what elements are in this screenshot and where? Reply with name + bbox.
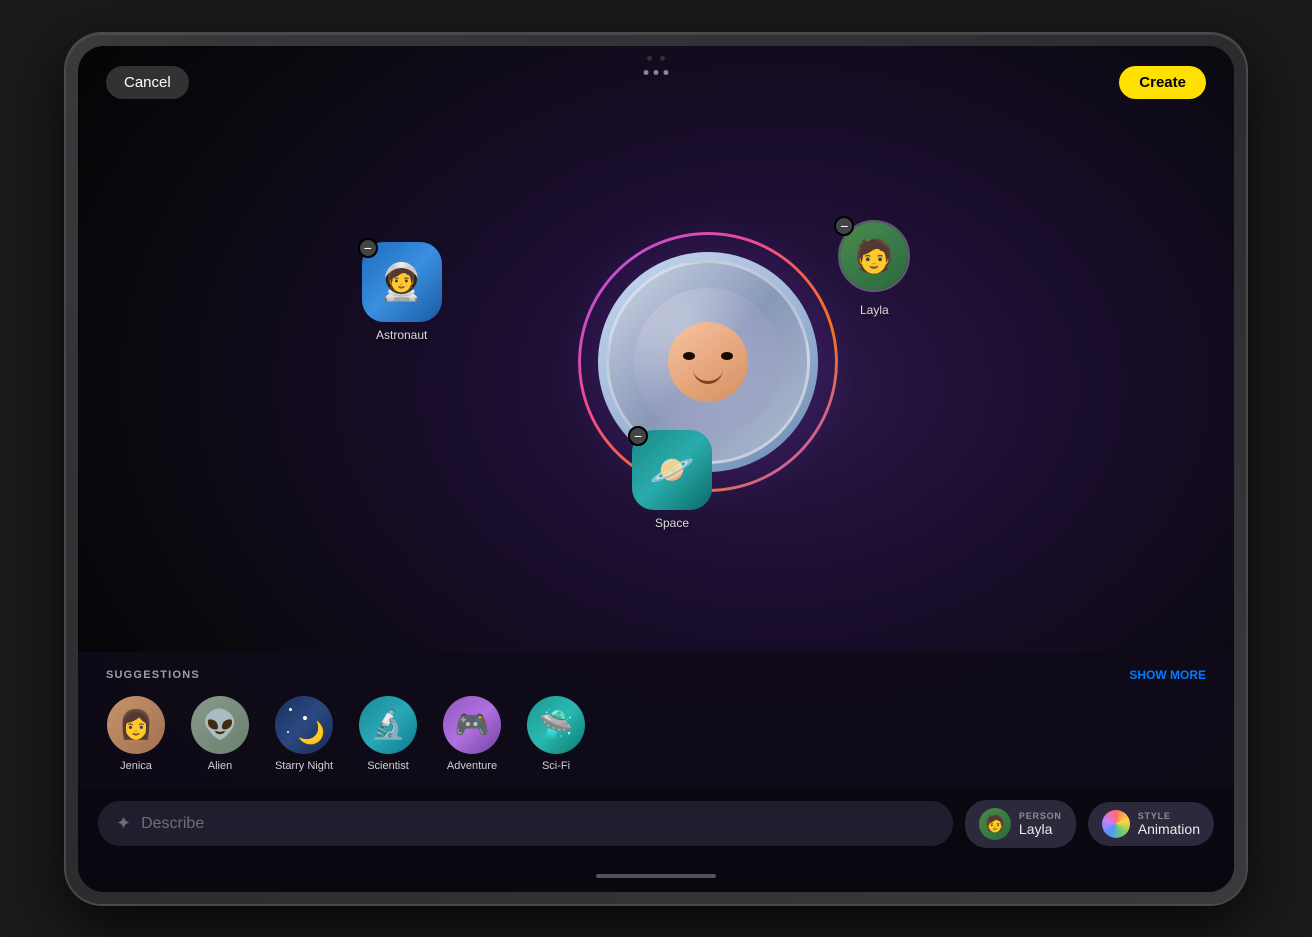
show-more-button[interactable]: SHOW MORE: [1129, 668, 1206, 682]
sparkle-icon: ✦: [116, 813, 131, 834]
home-indicator-container: [78, 868, 1234, 892]
eye-right: [721, 352, 733, 360]
person-chip-info: PERSON Layla: [1019, 811, 1062, 837]
tablet-device: Cancel Create: [66, 34, 1246, 904]
suggestion-item-sci-fi[interactable]: 🛸 Sci-Fi: [526, 696, 586, 772]
floating-space-element[interactable]: − 🪐 Space: [632, 430, 712, 530]
suggestion-label-starry-night: Starry Night: [275, 760, 333, 772]
style-chip-category: STYLE: [1138, 811, 1200, 821]
planet-emoji: 🪐: [650, 449, 695, 491]
suggestion-item-jenica[interactable]: 👩 Jenica: [106, 696, 166, 772]
face-smile: [693, 369, 723, 384]
starry-night-visual: 🌙: [275, 696, 333, 754]
suggestion-label-sci-fi: Sci-Fi: [542, 760, 570, 772]
suggestion-icon-adventure: 🎮: [443, 696, 501, 754]
style-chip-info: STYLE Animation: [1138, 811, 1200, 837]
face-inside: [668, 322, 748, 402]
person-chip-value: Layla: [1019, 821, 1062, 837]
minus-badge-astronaut[interactable]: −: [358, 238, 378, 258]
describe-placeholder: Describe: [141, 815, 204, 833]
dot-2: [654, 70, 659, 75]
main-screen: Cancel Create: [78, 46, 1234, 892]
suggestions-header: SUGGESTIONS SHOW MORE: [106, 668, 1206, 682]
tablet-screen: Cancel Create: [78, 46, 1234, 892]
person-chip-category: PERSON: [1019, 811, 1062, 821]
suggestion-label-jenica: Jenica: [120, 760, 152, 772]
bottom-bar: ✦ Describe 🧑 PERSON Layla STYLE: [78, 788, 1234, 868]
dot-3: [664, 70, 669, 75]
suggestion-item-scientist[interactable]: 🔬 Scientist: [358, 696, 418, 772]
suggestion-label-scientist: Scientist: [367, 760, 409, 772]
astronaut-label: Astronaut: [362, 328, 442, 342]
space-label: Space: [632, 516, 712, 530]
minus-badge-space[interactable]: −: [628, 426, 648, 446]
floating-astronaut-element[interactable]: − 🧑‍🚀 Astronaut: [362, 242, 442, 342]
star-3: [287, 731, 289, 733]
suggestion-icon-sci-fi: 🛸: [527, 696, 585, 754]
suggestion-item-adventure[interactable]: 🎮 Adventure: [442, 696, 502, 772]
suggestion-item-starry-night[interactable]: 🌙 Starry Night: [274, 696, 334, 772]
suggestion-label-adventure: Adventure: [447, 760, 497, 772]
suggestion-icon-alien: 👽: [191, 696, 249, 754]
person-chip-avatar: 🧑: [979, 808, 1011, 840]
style-chip-orb: [1102, 810, 1130, 838]
dots-menu[interactable]: [644, 70, 669, 75]
describe-input-container[interactable]: ✦ Describe: [98, 801, 953, 846]
create-button[interactable]: Create: [1119, 66, 1206, 99]
layla-label: Layla: [838, 303, 910, 317]
style-chip-value: Animation: [1138, 821, 1200, 837]
dot-1: [644, 70, 649, 75]
cancel-button[interactable]: Cancel: [106, 66, 189, 99]
helmet-visor: [634, 288, 782, 436]
suggestion-icon-jenica: 👩: [107, 696, 165, 754]
eye-left: [683, 352, 695, 360]
top-bar: Cancel Create: [78, 46, 1234, 99]
suggestion-item-alien[interactable]: 👽 Alien: [190, 696, 250, 772]
suggestions-list: 👩 Jenica 👽 Alien: [106, 696, 1206, 772]
suggestion-label-alien: Alien: [208, 760, 232, 772]
suggestions-panel: SUGGESTIONS SHOW MORE 👩 Jenica 👽: [78, 652, 1234, 788]
floating-layla-element[interactable]: − 🧑 Layla: [838, 220, 910, 317]
person-chip[interactable]: 🧑 PERSON Layla: [965, 800, 1076, 848]
suggestion-icon-starry-night: 🌙: [275, 696, 333, 754]
avatar-scene: − 🧑‍🚀 Astronaut − 🧑: [78, 99, 1234, 652]
style-chip[interactable]: STYLE Animation: [1088, 802, 1214, 846]
star-1: [289, 708, 292, 711]
suggestions-title: SUGGESTIONS: [106, 669, 200, 681]
home-indicator: [596, 874, 716, 878]
suggestion-icon-scientist: 🔬: [359, 696, 417, 754]
